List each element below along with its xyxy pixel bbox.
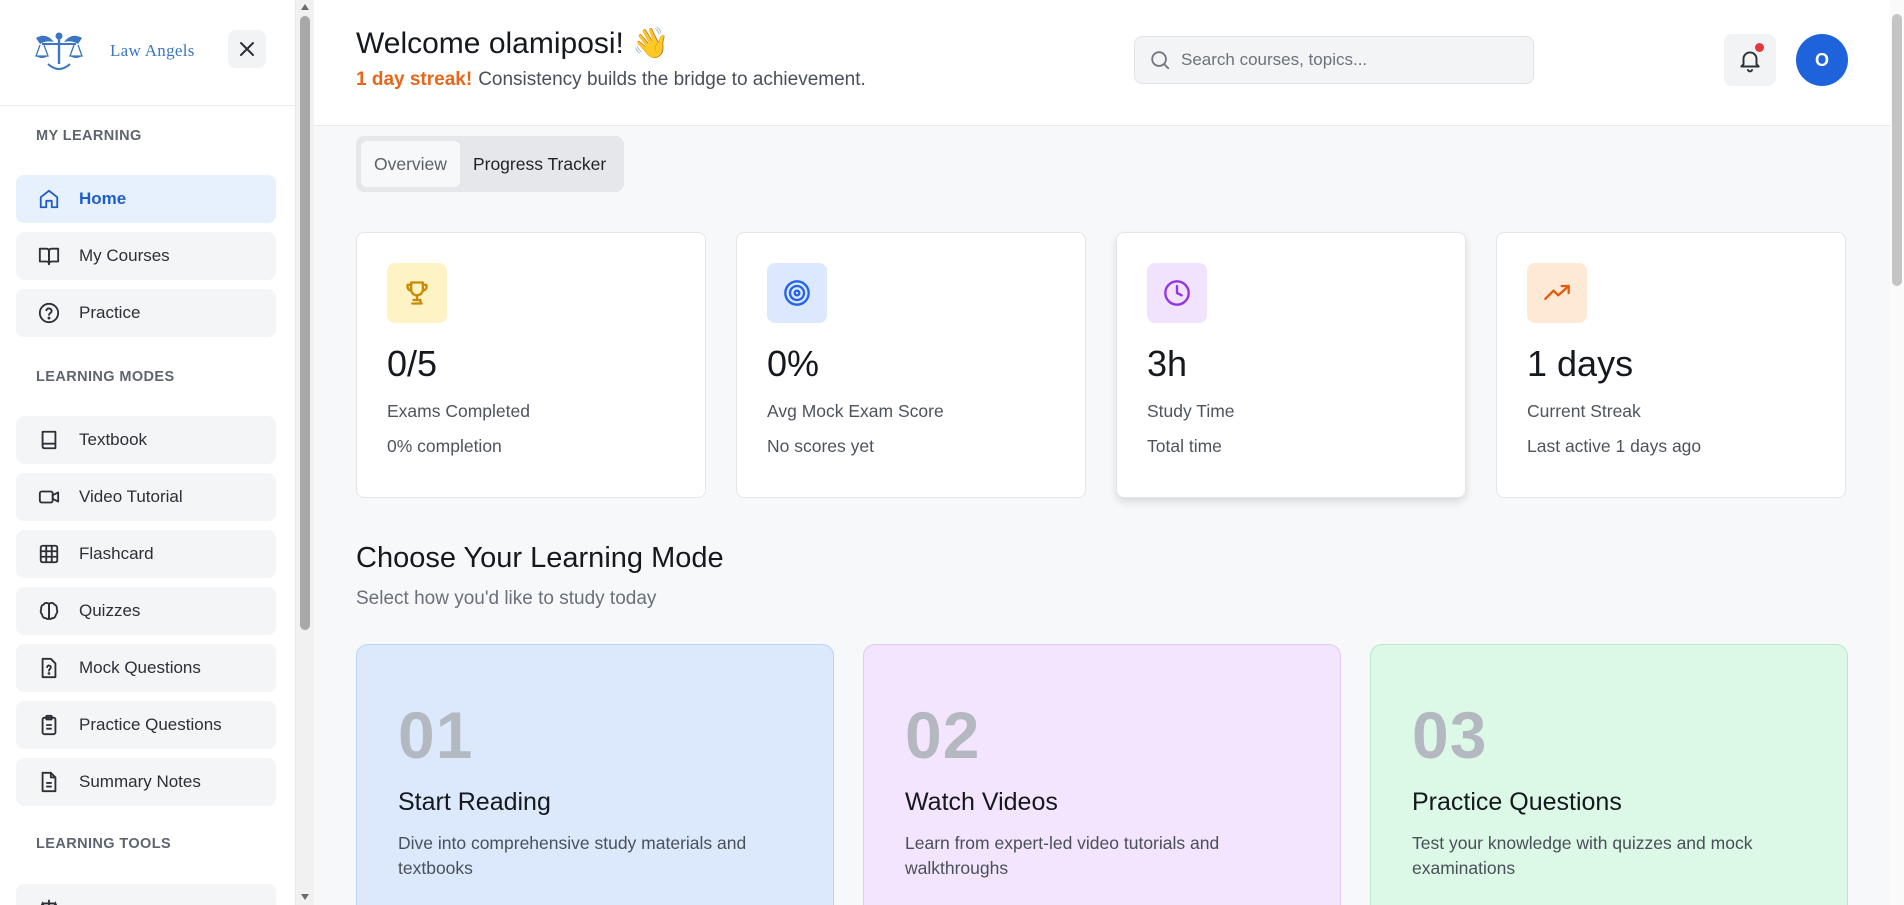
topbar: Welcome olamiposi! 👋 1 day streak! Consis… [314, 0, 1890, 126]
sidebar-item-textbook[interactable]: Textbook [16, 416, 276, 464]
stat-card-mock-score: 0% Avg Mock Exam Score No scores yet [736, 232, 1086, 498]
brand-logo[interactable]: Law Angels [32, 28, 195, 74]
sidebar-item-practice[interactable]: Practice [16, 289, 276, 337]
mode-number: 03 [1412, 698, 1488, 772]
sidebar: Law Angels MY LEARNING Home My Courses P… [0, 0, 296, 905]
sidebar-item-label: Quizzes [79, 601, 141, 620]
target-icon [767, 263, 827, 323]
tab-overview[interactable]: Overview [361, 141, 460, 187]
stat-card-study-time: 3h Study Time Total time [1116, 232, 1466, 498]
mode-card-videos[interactable]: 02 Watch Videos Learn from expert-led vi… [863, 644, 1341, 905]
file-text-icon [37, 770, 61, 794]
notification-badge [1755, 43, 1764, 52]
sidebar-item-my-courses[interactable]: My Courses [16, 232, 276, 280]
brain-icon [37, 599, 61, 623]
close-sidebar-button[interactable] [228, 30, 266, 68]
scroll-up-arrow-icon[interactable] [301, 4, 309, 10]
mode-description: Test your knowledge with quizzes and moc… [1412, 833, 1753, 878]
mode-number: 01 [398, 698, 474, 772]
main-scrollbar[interactable] [1890, 0, 1904, 905]
stat-label: Avg Mock Exam Score [767, 401, 944, 421]
close-icon [240, 42, 254, 56]
sidebar-item-label: Flashcard [79, 544, 154, 563]
mode-title: Start Reading [398, 788, 551, 816]
section-title-learning-modes: LEARNING MODES [36, 369, 175, 385]
sidebar-item-video-tutorial[interactable]: Video Tutorial [16, 473, 276, 521]
notifications-button[interactable] [1724, 34, 1776, 86]
clock-icon [1147, 263, 1207, 323]
sidebar-item-label: Mock Questions [79, 658, 201, 677]
scale-icon [37, 896, 61, 905]
grid-icon [37, 542, 61, 566]
video-icon [37, 485, 61, 509]
mode-description: Dive into comprehensive study materials … [398, 833, 747, 878]
stat-subtext: No scores yet [767, 436, 874, 456]
sidebar-item-label: My Courses [79, 246, 170, 265]
stat-value: 1 days [1527, 343, 1634, 384]
streak-message: Consistency builds the bridge to achieve… [478, 69, 866, 90]
book-icon [37, 428, 61, 452]
sidebar-header: Law Angels [0, 0, 295, 106]
sidebar-item-mock-questions[interactable]: Mock Questions [16, 644, 276, 692]
mode-card-reading[interactable]: 01 Start Reading Dive into comprehensive… [356, 644, 834, 905]
view-tabs: Overview Progress Tracker [356, 136, 625, 192]
section-title-my-learning: MY LEARNING [36, 128, 142, 144]
stat-value: 0% [767, 343, 820, 384]
tab-progress-tracker[interactable]: Progress Tracker [460, 141, 619, 187]
stat-label: Exams Completed [387, 401, 530, 421]
mode-title: Practice Questions [1412, 788, 1622, 816]
sidebar-item-label: Practice Questions [79, 715, 222, 734]
search-icon [1151, 51, 1170, 70]
home-icon [37, 187, 61, 211]
sidebar-item-flashcard[interactable]: Flashcard [16, 530, 276, 578]
sidebar-item-label: Practice [79, 303, 141, 322]
sidebar-scrollbar[interactable] [296, 0, 314, 905]
help-circle-icon [37, 301, 61, 325]
sidebar-item-label: Summary Notes [79, 772, 201, 791]
sidebar-item-home[interactable]: Home [16, 175, 276, 223]
sidebar-scroll-thumb[interactable] [300, 16, 310, 630]
scales-of-justice-logo-icon [35, 32, 83, 70]
mode-number: 02 [905, 698, 981, 772]
book-open-icon [37, 244, 61, 268]
stat-subtext: Total time [1147, 436, 1222, 456]
welcome-heading: Welcome olamiposi! 👋 [356, 27, 670, 60]
streak-line: 1 day streak! Consistency builds the brid… [356, 69, 866, 91]
sidebar-item-label: Textbook [79, 430, 148, 449]
sidebar-item-cut-off[interactable] [16, 884, 276, 905]
sidebar-item-summary-notes[interactable]: Summary Notes [16, 758, 276, 806]
trophy-icon [387, 263, 447, 323]
stat-label: Study Time [1147, 401, 1235, 421]
avatar[interactable]: O [1796, 34, 1848, 86]
clipboard-icon [37, 713, 61, 737]
trending-up-icon [1527, 263, 1587, 323]
learning-mode-title: Choose Your Learning Mode [356, 542, 724, 574]
sidebar-item-label: Video Tutorial [79, 487, 183, 506]
stat-label: Current Streak [1527, 401, 1641, 421]
brand-name: Law Angels [110, 41, 195, 60]
stat-value: 3h [1147, 343, 1188, 384]
stat-card-exams: 0/5 Exams Completed 0% completion [356, 232, 706, 498]
main-scroll-thumb[interactable] [1892, 14, 1902, 286]
stat-card-streak: 1 days Current Streak Last active 1 days… [1496, 232, 1846, 498]
stat-subtext: 0% completion [387, 436, 502, 456]
search-box[interactable] [1134, 36, 1534, 84]
file-question-icon [37, 656, 61, 680]
mode-description: Learn from expert-led video tutorials an… [905, 833, 1220, 878]
sidebar-item-label: Home [79, 189, 127, 208]
scroll-down-arrow-icon[interactable] [301, 894, 309, 900]
learning-mode-subtitle: Select how you'd like to study today [356, 588, 657, 609]
mode-card-practice[interactable]: 03 Practice Questions Test your knowledg… [1370, 644, 1848, 905]
search-input[interactable] [1181, 50, 1521, 70]
mode-title: Watch Videos [905, 788, 1058, 816]
main-content: Welcome olamiposi! 👋 1 day streak! Consis… [314, 0, 1890, 905]
streak-highlight: 1 day streak! [356, 69, 473, 90]
section-title-learning-tools: LEARNING TOOLS [36, 836, 172, 852]
sidebar-item-practice-questions[interactable]: Practice Questions [16, 701, 276, 749]
stat-value: 0/5 [387, 343, 438, 384]
stat-subtext: Last active 1 days ago [1527, 436, 1702, 456]
sidebar-item-quizzes[interactable]: Quizzes [16, 587, 276, 635]
